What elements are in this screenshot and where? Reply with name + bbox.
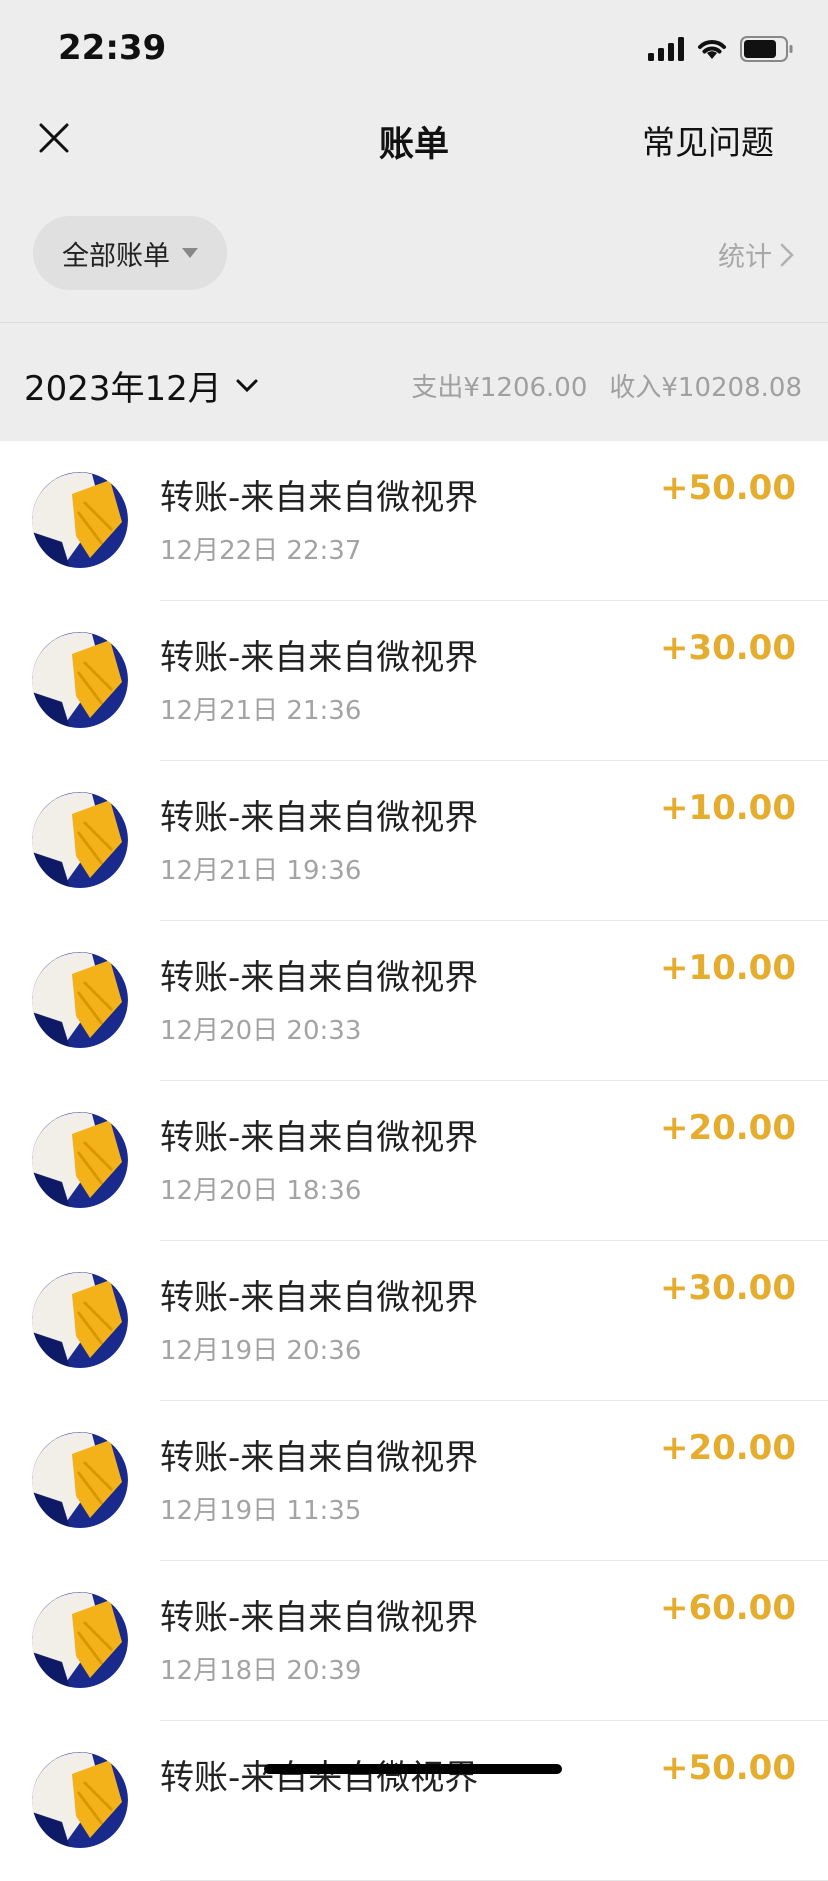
transaction-row[interactable]: 转账-来自来自微视界 12月21日 19:36 +10.00 [0,761,828,921]
nav-bar: 账单 常见问题 [0,96,828,184]
avatar [32,1432,128,1528]
avatar [32,472,128,568]
chevron-down-icon [236,379,258,392]
transaction-title: 转账-来自来自微视界 [160,1278,479,1318]
transaction-title: 转账-来自来自微视界 [160,1438,479,1478]
status-bar: 22:39 [0,0,828,96]
transaction-row[interactable]: 转账-来自来自微视界 12月21日 21:36 +30.00 [0,601,828,761]
avatar-image [32,1112,128,1208]
avatar-image [32,1432,128,1528]
transaction-title: 转账-来自来自微视界 [160,478,479,518]
avatar [32,1592,128,1688]
chevron-right-icon [780,243,794,266]
avatar-image [32,1272,128,1368]
transaction-time: 12月18日 20:39 [160,1656,362,1686]
transaction-amount: +60.00 [659,1588,796,1628]
avatar-image [32,1752,128,1848]
transaction-time: 12月19日 11:35 [160,1496,362,1526]
transaction-time: 12月21日 21:36 [160,696,362,726]
avatar [32,1112,128,1208]
avatar [32,632,128,728]
stats-label: 统计 [718,242,772,273]
transaction-time: 12月20日 20:33 [160,1016,362,1046]
transaction-list: 转账-来自来自微视界 12月22日 22:37 +50.00 转账-来自来自微视… [0,441,828,1881]
transaction-row[interactable]: 转账-来自来自微视界 12月19日 11:35 +20.00 [0,1401,828,1561]
stats-link[interactable]: 统计 [718,235,794,274]
home-indicator [264,1764,562,1774]
transaction-time: 12月19日 20:36 [160,1336,362,1366]
transaction-amount: +20.00 [659,1108,796,1148]
avatar [32,952,128,1048]
transaction-row[interactable]: 转账-来自来自微视界 +50.00 [0,1721,828,1881]
filter-bar: 全部账单 统计 [0,184,828,323]
expense-total: 支出¥1206.00 [411,373,588,403]
faq-link[interactable]: 常见问题 [642,116,774,164]
avatar-image [32,632,128,728]
month-totals: 支出¥1206.00 收入¥10208.08 [411,367,802,404]
avatar-image [32,792,128,888]
avatar [32,792,128,888]
avatar-image [32,952,128,1048]
transaction-row[interactable]: 转账-来自来自微视界 12月18日 20:39 +60.00 [0,1561,828,1721]
filter-label: 全部账单 [62,240,170,272]
transaction-amount: +10.00 [659,788,796,828]
transaction-amount: +20.00 [659,1428,796,1468]
transaction-title: 转账-来自来自微视界 [160,1118,479,1158]
transaction-time: 12月21日 19:36 [160,856,362,886]
avatar [32,1272,128,1368]
month-summary-bar: 2023年12月 支出¥1206.00 收入¥10208.08 [0,323,828,441]
bill-type-filter[interactable]: 全部账单 [33,216,227,290]
transaction-row[interactable]: 转账-来自来自微视界 12月20日 20:33 +10.00 [0,921,828,1081]
transaction-amount: +30.00 [659,1268,796,1308]
transaction-time: 12月20日 18:36 [160,1176,362,1206]
transaction-row[interactable]: 转账-来自来自微视界 12月19日 20:36 +30.00 [0,1241,828,1401]
transaction-title: 转账-来自来自微视界 [160,798,479,838]
transaction-title: 转账-来自来自微视界 [160,638,479,678]
income-total: 收入¥10208.08 [609,373,802,403]
status-icons [648,34,794,64]
transaction-amount: +30.00 [659,628,796,668]
transaction-row[interactable]: 转账-来自来自微视界 12月20日 18:36 +20.00 [0,1081,828,1241]
wifi-icon [698,40,726,59]
signal-icon [648,37,684,61]
transaction-amount: +10.00 [659,948,796,988]
month-selector[interactable]: 2023年12月 [24,361,258,410]
avatar-image [32,472,128,568]
transaction-title: 转账-来自来自微视界 [160,958,479,998]
transaction-time: 12月22日 22:37 [160,536,362,566]
avatar [32,1752,128,1848]
month-label: 2023年12月 [24,369,222,409]
dropdown-triangle-icon [182,248,198,258]
status-time: 22:39 [58,28,167,68]
avatar-image [32,1592,128,1688]
transaction-title: 转账-来自来自微视界 [160,1598,479,1638]
battery-icon [740,36,793,62]
transaction-amount: +50.00 [659,1748,796,1788]
transaction-amount: +50.00 [659,468,796,508]
transaction-row[interactable]: 转账-来自来自微视界 12月22日 22:37 +50.00 [0,441,828,601]
